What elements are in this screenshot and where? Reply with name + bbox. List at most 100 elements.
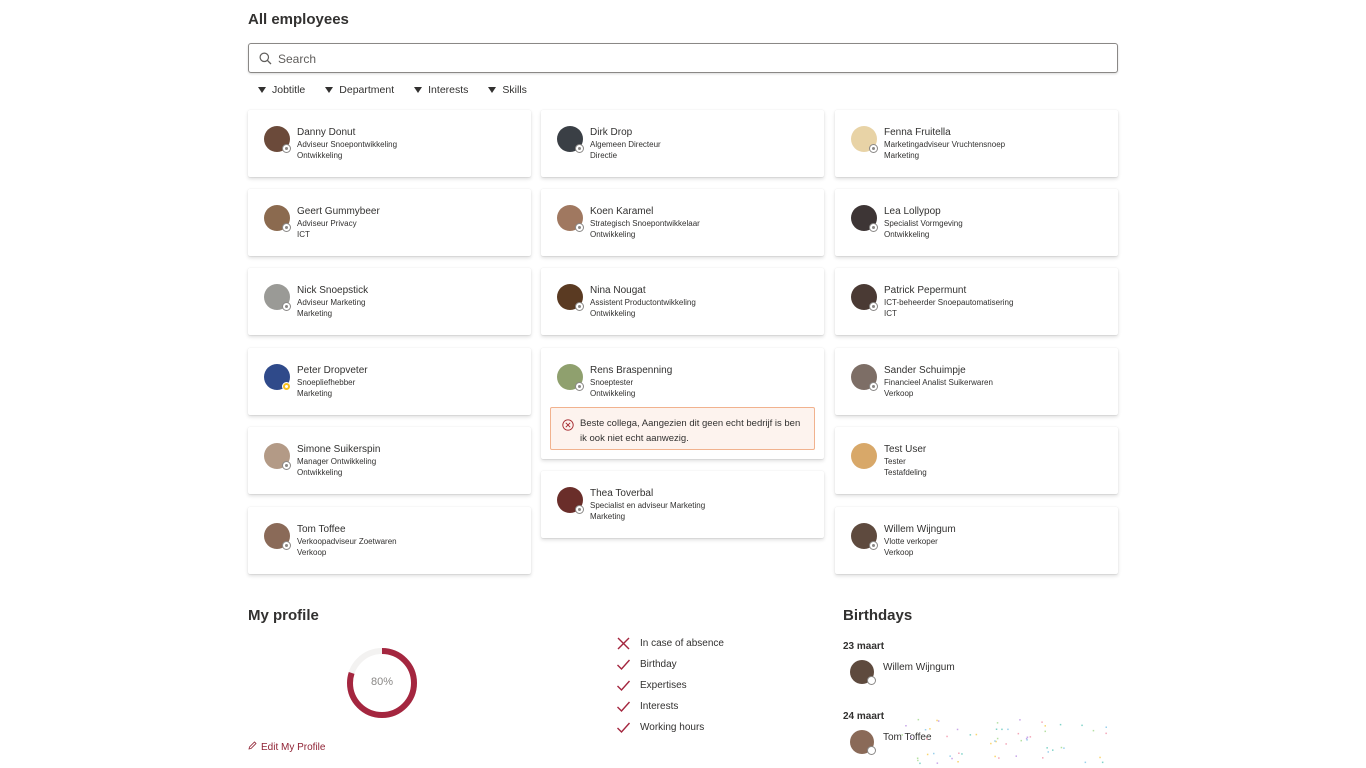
employee-name[interactable]: Nina Nougat xyxy=(590,285,646,296)
employee-name[interactable]: Simone Suikerspin xyxy=(297,444,380,455)
employee-card[interactable]: Rens Braspenning Snoeptester Ontwikkelin… xyxy=(541,348,824,459)
confetti-piece xyxy=(933,752,935,755)
confetti-piece xyxy=(1026,739,1028,741)
confetti-piece xyxy=(919,762,921,765)
employee-name[interactable]: Patrick Pepermunt xyxy=(884,285,966,296)
presence-icon xyxy=(869,302,878,311)
presence-icon xyxy=(869,144,878,153)
checklist-label: Birthday xyxy=(640,659,677,670)
confetti-piece xyxy=(956,728,959,731)
checklist-label: Interests xyxy=(640,701,679,712)
employee-jobtitle: Specialist Vormgeving xyxy=(884,219,963,228)
employee-name[interactable]: Tom Toffee xyxy=(297,524,346,535)
employee-card[interactable]: Danny Donut Adviseur Snoepontwikkeling O… xyxy=(248,110,531,177)
my-profile-title: My profile xyxy=(248,607,319,624)
confetti-piece xyxy=(1044,730,1046,733)
confetti-piece xyxy=(1005,743,1007,745)
check-icon xyxy=(617,659,631,671)
employee-department: Verkoop xyxy=(297,548,327,557)
caret-down-icon xyxy=(414,87,423,93)
filter-jobtitle[interactable]: Jobtitle xyxy=(258,84,305,96)
employee-jobtitle: Adviseur Privacy xyxy=(297,219,357,228)
employee-card[interactable]: Fenna Fruitella Marketingadviseur Vrucht… xyxy=(835,110,1118,177)
check-icon xyxy=(617,701,631,713)
filter-label: Skills xyxy=(502,84,527,96)
confetti-piece xyxy=(1052,749,1054,751)
confetti-piece xyxy=(1063,747,1065,749)
confetti-piece xyxy=(957,761,959,763)
error-circle-icon xyxy=(562,418,574,436)
employee-card[interactable]: Dirk Drop Algemeen Directeur Directie xyxy=(541,110,824,177)
employee-department: Marketing xyxy=(297,389,333,398)
employee-name[interactable]: Thea Toverbal xyxy=(590,488,653,499)
confetti-piece xyxy=(1001,728,1003,731)
employee-card[interactable]: Lea Lollypop Specialist Vormgeving Ontwi… xyxy=(835,189,1118,256)
confetti-piece xyxy=(1046,747,1048,749)
filter-skills[interactable]: Skills xyxy=(488,84,527,96)
filter-department[interactable]: Department xyxy=(325,84,394,96)
confetti-piece xyxy=(958,752,960,754)
confetti-piece xyxy=(1015,755,1017,757)
employee-department: ICT xyxy=(297,230,310,239)
employee-name[interactable]: Sander Schuimpje xyxy=(884,365,966,376)
employee-name[interactable]: Dirk Drop xyxy=(590,127,632,138)
checklist-item: Birthday xyxy=(616,654,724,675)
checklist-item: In case of absence xyxy=(616,633,724,654)
presence-icon xyxy=(869,223,878,232)
employee-card[interactable]: Willem Wijngum Vlotte verkoper Verkoop xyxy=(835,507,1118,574)
birthday-date: 23 maart xyxy=(843,641,885,652)
employee-card[interactable]: Koen Karamel Strategisch Snoepontwikkela… xyxy=(541,189,824,256)
employee-jobtitle: Vlotte verkoper xyxy=(884,537,938,546)
presence-icon xyxy=(867,676,876,685)
employee-name[interactable]: Lea Lollypop xyxy=(884,206,941,217)
employee-card[interactable]: Sander Schuimpje Financieel Analist Suik… xyxy=(835,348,1118,415)
filter-label: Department xyxy=(339,84,395,96)
employee-card[interactable]: Nina Nougat Assistent Productontwikkelin… xyxy=(541,268,824,335)
employee-jobtitle: Snoeptester xyxy=(590,378,634,387)
employee-department: Marketing xyxy=(884,151,920,160)
confetti-piece xyxy=(1105,732,1107,735)
caret-down-icon xyxy=(488,87,497,93)
edit-profile-link[interactable]: Edit My Profile xyxy=(248,741,325,753)
checklist-label: In case of absence xyxy=(640,638,724,649)
presence-icon xyxy=(575,505,584,514)
confetti-piece xyxy=(1029,736,1032,738)
search-input[interactable] xyxy=(278,49,1098,69)
employee-department: Ontwikkeling xyxy=(297,468,343,477)
employee-name[interactable]: Danny Donut xyxy=(297,127,355,138)
filter-bar: Jobtitle Department Interests Skills xyxy=(258,84,527,96)
employee-card[interactable]: Geert Gummybeer Adviseur Privacy ICT xyxy=(248,189,531,256)
employee-name[interactable]: Fenna Fruitella xyxy=(884,127,951,138)
employee-card[interactable]: Thea Toverbal Specialist en adviseur Mar… xyxy=(541,471,824,538)
confetti-piece xyxy=(996,737,999,740)
employee-card[interactable]: Simone Suikerspin Manager Ontwikkeling O… xyxy=(248,427,531,494)
employee-card[interactable]: Peter Dropveter Snoepliefhebber Marketin… xyxy=(248,348,531,415)
employee-department: Verkoop xyxy=(884,389,914,398)
confetti-piece xyxy=(926,738,928,740)
confetti-piece xyxy=(910,736,912,739)
employee-card[interactable]: Nick Snoepstick Adviseur Marketing Marke… xyxy=(248,268,531,335)
employee-name[interactable]: Geert Gummybeer xyxy=(297,206,380,217)
employee-card[interactable]: Patrick Pepermunt ICT-beheerder Snoepaut… xyxy=(835,268,1118,335)
search-box[interactable] xyxy=(248,43,1118,73)
employee-name[interactable]: Nick Snoepstick xyxy=(297,285,368,296)
employee-name[interactable]: Peter Dropveter xyxy=(297,365,368,376)
employee-department: Directie xyxy=(590,151,618,160)
employee-card[interactable]: Tom Toffee Verkoopadviseur Zoetwaren Ver… xyxy=(248,507,531,574)
employee-card[interactable]: Test User Tester Testafdeling xyxy=(835,427,1118,494)
confetti-piece xyxy=(946,735,948,738)
filter-interests[interactable]: Interests xyxy=(414,84,468,96)
birthday-date: 24 maart xyxy=(843,711,885,722)
employee-name[interactable]: Test User xyxy=(884,444,926,455)
presence-icon xyxy=(282,223,291,232)
employee-name[interactable]: Rens Braspenning xyxy=(590,365,672,376)
confetti-piece xyxy=(1092,729,1095,732)
employee-jobtitle: Snoepliefhebber xyxy=(297,378,356,387)
employee-name[interactable]: Koen Karamel xyxy=(590,206,653,217)
confetti-piece xyxy=(949,755,951,757)
edit-profile-label: Edit My Profile xyxy=(261,741,326,753)
confetti-piece xyxy=(1047,751,1049,753)
employee-name[interactable]: Willem Wijngum xyxy=(884,524,956,535)
check-icon xyxy=(617,680,631,692)
filter-label: Jobtitle xyxy=(272,84,306,96)
